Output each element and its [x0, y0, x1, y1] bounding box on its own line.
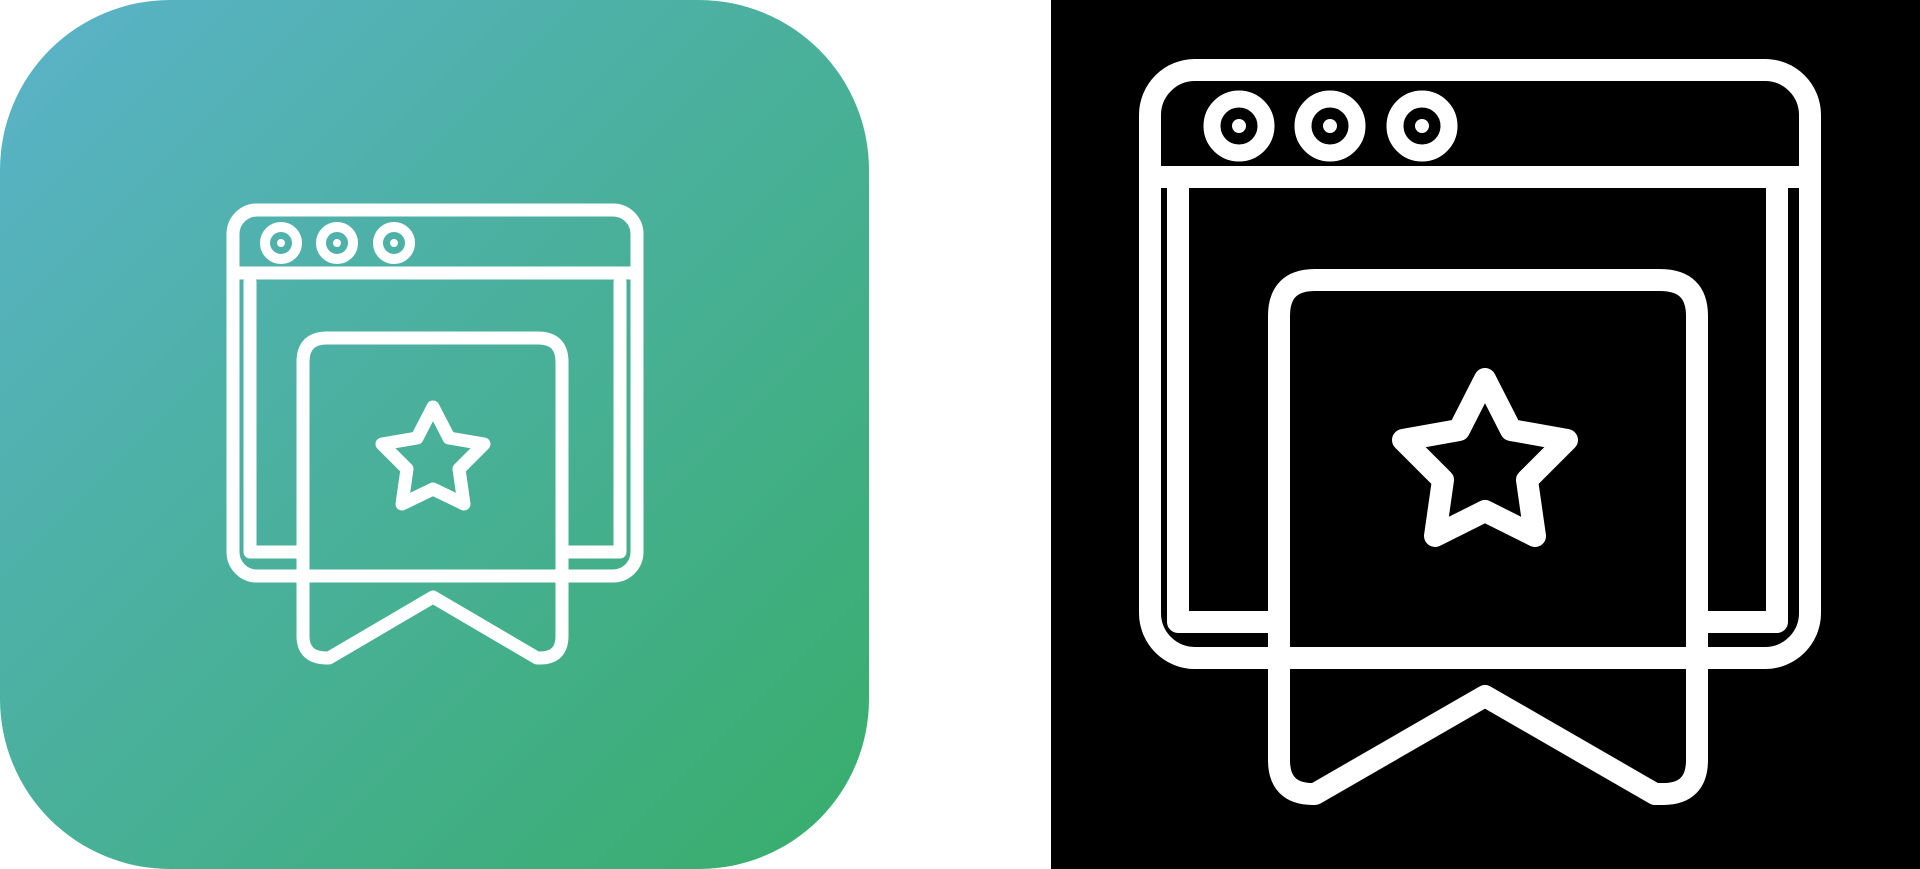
gradient-tile: [0, 0, 869, 869]
window-dot-icon: [1323, 119, 1337, 133]
gradient-tile-art: [0, 0, 869, 869]
black-tile: [1051, 0, 1920, 869]
window-dot-icon: [1415, 119, 1429, 133]
window-dot-icon: [277, 239, 285, 247]
window-dot-icon: [1232, 119, 1246, 133]
window-dot-icon: [333, 239, 341, 247]
icon-showcase: [0, 0, 1920, 869]
window-dot-icon: [390, 239, 398, 247]
gradient-background: [0, 0, 869, 869]
black-tile-art: [1051, 0, 1920, 869]
